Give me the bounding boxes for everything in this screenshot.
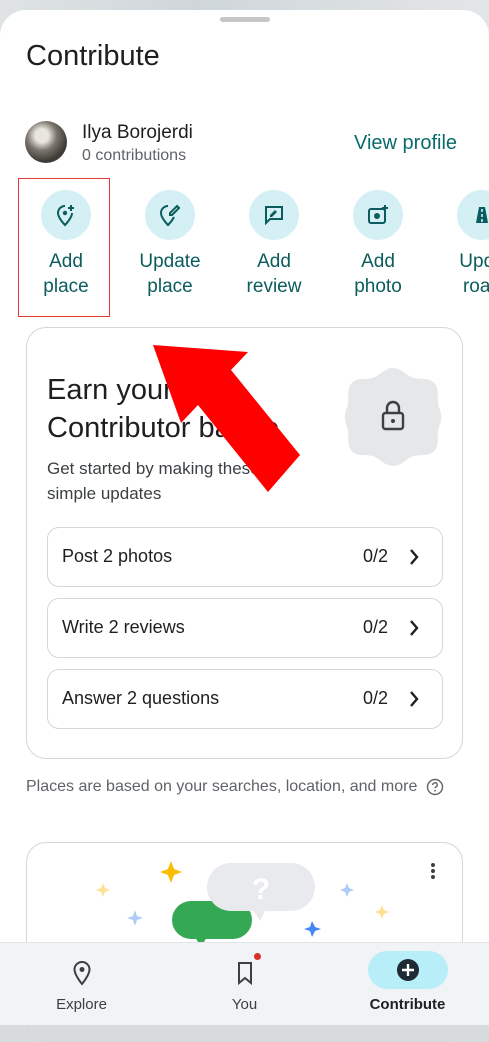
- update-place-button[interactable]: Update place: [118, 190, 222, 299]
- task-label: Post 2 photos: [62, 546, 173, 566]
- badge-card-description: Get started by making these simple updat…: [47, 459, 260, 503]
- action-label-line1: Add: [257, 251, 291, 272]
- action-label-line1: Add: [361, 251, 395, 272]
- task-label: Answer 2 questions: [62, 688, 220, 708]
- chevron-right-icon: [410, 620, 419, 636]
- svg-text:?: ?: [252, 873, 270, 906]
- edit-place-icon: [145, 190, 195, 240]
- action-label-line2: road: [462, 276, 489, 297]
- task-progress: 0/2: [362, 546, 388, 566]
- action-label-line2: place: [147, 276, 193, 297]
- badge-card-title: Earn your new Contributor badge: [47, 371, 347, 447]
- action-label-line1: Upda: [459, 251, 489, 272]
- view-profile-link[interactable]: View profile: [354, 132, 457, 155]
- action-label-line1: Update: [139, 251, 201, 272]
- nav-contribute[interactable]: Contribute: [326, 943, 489, 1025]
- bottom-navigation: Explore You Contribute: [0, 942, 489, 1025]
- badge-title-line2: Contributor badge: [47, 412, 280, 444]
- nav-explore[interactable]: Explore: [0, 943, 163, 1025]
- action-label-line2: review: [246, 276, 302, 297]
- avatar[interactable]: [25, 121, 67, 163]
- bookmark-icon: [213, 955, 277, 991]
- road-icon: [457, 190, 489, 240]
- questions-illustration: ?: [96, 861, 389, 947]
- task-answer-questions[interactable]: Answer 2 questions 0/2: [47, 669, 443, 729]
- user-name: Ilya Borojerdi: [82, 122, 193, 143]
- review-icon: [249, 190, 299, 240]
- chevron-right-icon: [410, 691, 419, 707]
- page-title: Contribute: [26, 40, 160, 72]
- badge-card: Earn your new Contributor badge Get star…: [26, 327, 463, 759]
- nav-label: You: [231, 996, 258, 1013]
- locked-badge-icon: [344, 368, 442, 466]
- badge-title-line1: Earn your new: [47, 374, 234, 406]
- places-note-text: Places are based on your searches, locat…: [26, 778, 418, 795]
- nav-label: Contribute: [369, 996, 446, 1013]
- location-pin-icon: [50, 955, 114, 991]
- update-road-button[interactable]: Upda road: [430, 190, 489, 299]
- chevron-right-icon: [410, 549, 419, 565]
- add-photo-button[interactable]: Add photo: [326, 190, 430, 299]
- drag-handle[interactable]: [220, 17, 270, 22]
- task-post-photos[interactable]: Post 2 photos 0/2: [47, 527, 443, 587]
- plus-circle-icon: [367, 951, 448, 989]
- task-write-reviews[interactable]: Write 2 reviews 0/2: [47, 598, 443, 658]
- add-review-button[interactable]: Add review: [222, 190, 326, 299]
- nav-label: Explore: [56, 996, 107, 1013]
- action-label-line2: photo: [354, 276, 402, 297]
- places-note: Places are based on your searches, locat…: [26, 774, 446, 800]
- task-label: Write 2 reviews: [62, 617, 185, 637]
- task-progress: 0/2: [362, 688, 388, 708]
- notification-dot: [254, 953, 261, 960]
- task-progress: 0/2: [362, 617, 388, 637]
- add-photo-icon: [353, 190, 403, 240]
- add-place-highlight-box: [18, 178, 110, 317]
- help-icon[interactable]: [426, 778, 444, 796]
- contribution-count: 0 contributions: [82, 147, 187, 164]
- nav-you[interactable]: You: [163, 943, 326, 1025]
